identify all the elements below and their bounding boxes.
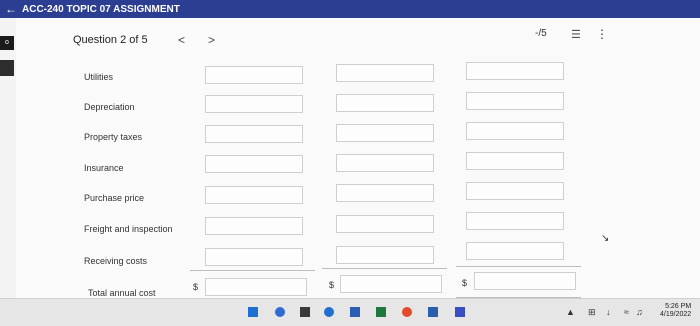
mouse-cursor-icon: ↘	[601, 233, 610, 244]
row-label-property-taxes: Property taxes	[84, 132, 143, 142]
input-cell[interactable]	[205, 95, 303, 113]
teams-icon[interactable]	[455, 307, 465, 317]
tray-icon[interactable]: ↓	[606, 307, 611, 317]
total-input[interactable]	[205, 278, 307, 296]
title-bar: ← ACC-240 TOPIC 07 ASSIGNMENT	[0, 0, 700, 18]
input-cell[interactable]	[205, 125, 303, 143]
next-question-button[interactable]: >	[208, 33, 215, 47]
question-header: Question 2 of 5 < > -/5 ☰ ⋮	[16, 18, 700, 58]
currency-symbol: $	[329, 280, 335, 290]
row-label-total-annual-cost: Total annual cost	[88, 288, 156, 298]
input-cell[interactable]	[466, 62, 564, 80]
rail-button[interactable]	[0, 60, 14, 76]
previous-question-button[interactable]: <	[178, 33, 185, 47]
taskbar: ▲ ⊞ ↓ ≈ ♫	[0, 298, 700, 326]
row-label-depreciation: Depreciation	[84, 102, 135, 112]
total-input[interactable]	[474, 272, 576, 290]
edge-icon[interactable]	[275, 307, 285, 317]
input-cell[interactable]	[336, 64, 434, 82]
input-cell[interactable]	[466, 182, 564, 200]
input-cell[interactable]	[466, 242, 564, 260]
input-cell[interactable]	[205, 186, 303, 204]
input-cell[interactable]	[336, 124, 434, 142]
taskbar-app-icon[interactable]	[300, 307, 310, 317]
list-icon[interactable]: ☰	[571, 28, 581, 41]
volume-icon[interactable]: ♫	[636, 307, 643, 317]
tray-grid-icon[interactable]: ⊞	[588, 307, 596, 318]
score-display: -/5	[535, 28, 547, 39]
more-options-icon[interactable]: ⋮	[596, 27, 608, 41]
input-cell[interactable]	[205, 155, 303, 173]
app-title: ACC-240 TOPIC 07 ASSIGNMENT	[22, 3, 180, 15]
row-label-purchase-price: Purchase price	[84, 193, 145, 203]
rail-badge[interactable]: o	[0, 36, 14, 50]
input-cell[interactable]	[336, 184, 434, 202]
chrome-icon[interactable]	[402, 307, 412, 317]
clock-date: 4/19/2022	[660, 311, 692, 318]
input-cell[interactable]	[466, 92, 564, 110]
back-arrow-icon[interactable]: ←	[0, 2, 22, 16]
clock-time: 5:26 PM	[665, 303, 692, 310]
row-label-insurance: Insurance	[84, 163, 124, 173]
input-cell[interactable]	[336, 215, 434, 233]
input-cell[interactable]	[466, 152, 564, 170]
input-cell[interactable]	[466, 122, 564, 140]
input-cell[interactable]	[205, 66, 303, 84]
taskbar-app-icon[interactable]	[248, 307, 258, 317]
input-cell[interactable]	[336, 94, 434, 112]
total-rule	[190, 270, 315, 271]
input-cell[interactable]	[466, 212, 564, 230]
currency-symbol: $	[193, 282, 199, 292]
question-counter: Question 2 of 5	[73, 34, 148, 46]
total-rule	[456, 266, 581, 267]
row-label-utilities: Utilities	[84, 72, 114, 82]
total-input[interactable]	[340, 275, 442, 293]
input-cell[interactable]	[336, 154, 434, 172]
input-cell[interactable]	[205, 248, 303, 266]
total-rule	[322, 268, 447, 269]
input-cell[interactable]	[336, 246, 434, 264]
row-label-freight-inspection: Freight and inspection	[84, 224, 173, 234]
excel-icon[interactable]	[376, 307, 386, 317]
row-label-receiving-costs: Receiving costs	[84, 256, 148, 266]
input-cell[interactable]	[205, 217, 303, 235]
taskbar-clock[interactable]: 5:26 PM 4/19/2022	[660, 303, 691, 319]
currency-symbol: $	[462, 278, 468, 288]
taskbar-app-icon[interactable]	[324, 307, 334, 317]
wifi-icon[interactable]: ≈	[624, 307, 629, 317]
word-icon[interactable]	[428, 307, 438, 317]
tray-arrow-icon[interactable]: ▲	[566, 307, 575, 317]
taskbar-app-icon[interactable]	[350, 307, 360, 317]
